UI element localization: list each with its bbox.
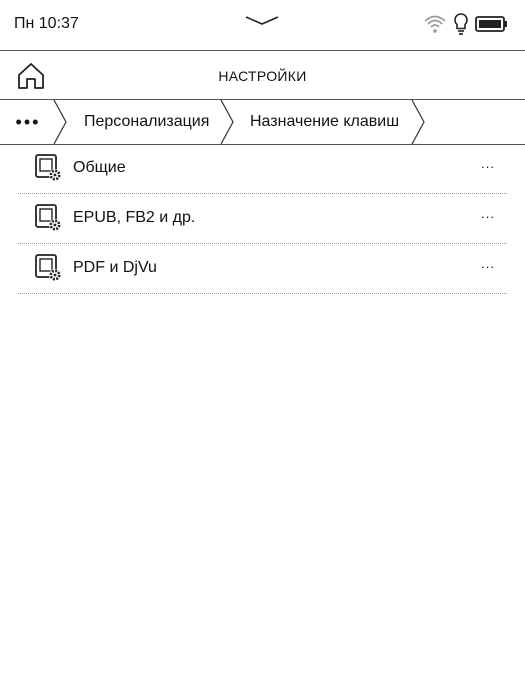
breadcrumb: ••• Персонализация Назначение клавиш bbox=[0, 100, 525, 145]
list-item-epub-fb2[interactable]: EPUB, FB2 и др. ... bbox=[18, 194, 507, 244]
list-item-pdf-djvu[interactable]: PDF и DjVu ... bbox=[18, 244, 507, 294]
settings-document-icon bbox=[35, 154, 61, 181]
settings-list: Общие ... EPUB, FB2 и др. ... PDF и DjVu… bbox=[18, 144, 507, 294]
more-options-button[interactable]: ... bbox=[481, 206, 495, 221]
battery-icon bbox=[475, 16, 507, 32]
breadcrumb-separator-icon bbox=[220, 100, 234, 144]
wifi-icon bbox=[424, 15, 446, 33]
list-item-label: EPUB, FB2 и др. bbox=[73, 209, 196, 226]
status-bar: Пн 10:37 bbox=[0, 0, 525, 51]
more-options-button[interactable]: ... bbox=[481, 256, 495, 271]
settings-document-icon bbox=[35, 254, 61, 281]
breadcrumb-separator-icon bbox=[53, 100, 67, 144]
list-item-general[interactable]: Общие ... bbox=[18, 144, 507, 194]
more-options-button[interactable]: ... bbox=[481, 156, 495, 171]
breadcrumb-separator-icon bbox=[411, 100, 425, 144]
settings-document-icon bbox=[35, 204, 61, 231]
list-item-label: Общие bbox=[73, 159, 126, 176]
title-bar: НАСТРОЙКИ bbox=[0, 51, 525, 100]
status-time: Пн 10:37 bbox=[14, 15, 79, 32]
breadcrumb-item-personalization[interactable]: Персонализация bbox=[72, 100, 222, 144]
breadcrumb-item-key-mapping[interactable]: Назначение клавиш bbox=[236, 100, 416, 144]
page-title: НАСТРОЙКИ bbox=[218, 68, 307, 84]
list-item-label: PDF и DjVu bbox=[73, 259, 157, 276]
light-bulb-icon bbox=[454, 13, 468, 35]
breadcrumb-more-button[interactable]: ••• bbox=[0, 100, 56, 144]
status-icons bbox=[423, 12, 509, 36]
pull-down-handle-icon[interactable] bbox=[244, 14, 280, 28]
